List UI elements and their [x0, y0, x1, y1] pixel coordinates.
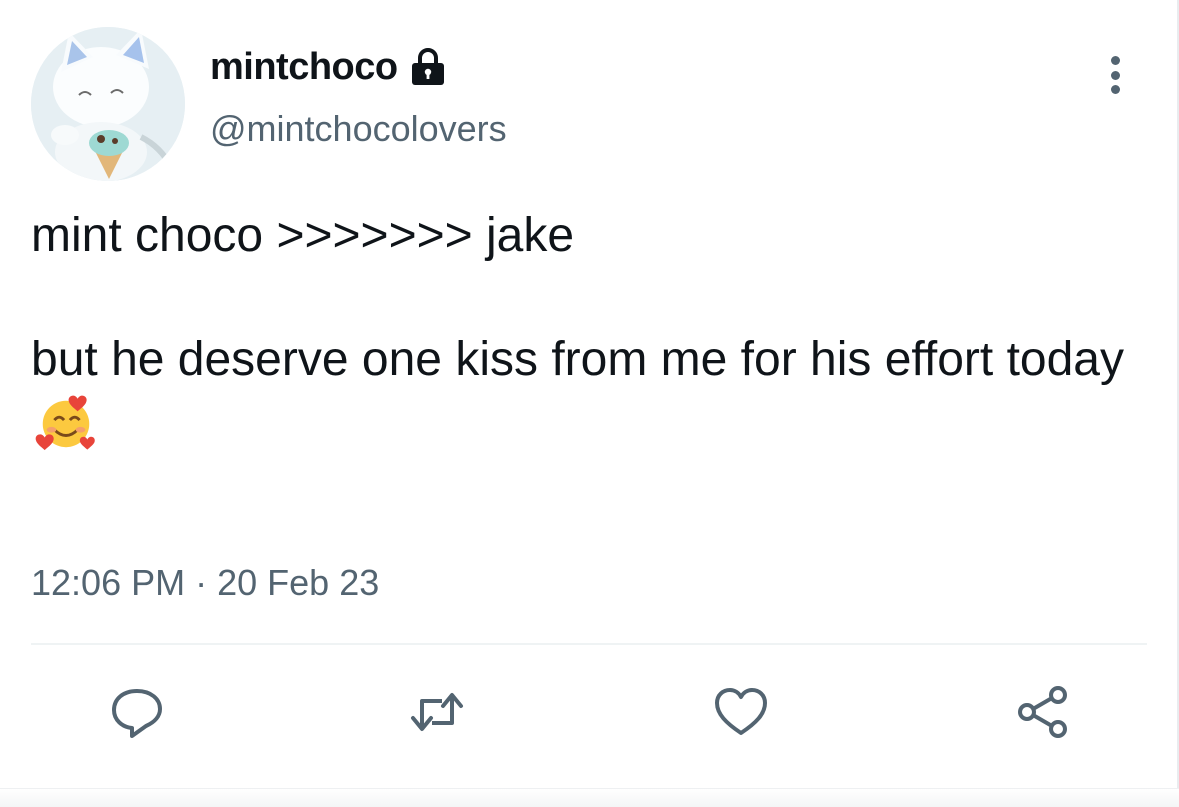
avatar[interactable] — [31, 27, 185, 181]
display-name[interactable]: mintchoco — [210, 46, 398, 89]
divider — [31, 643, 1147, 645]
smiling-face-with-hearts-icon — [35, 395, 95, 451]
tweet-date: 20 Feb 23 — [217, 562, 380, 603]
name-row: mintchoco — [210, 42, 448, 92]
more-options-icon[interactable] — [1098, 52, 1132, 98]
reply-icon — [112, 689, 162, 738]
heart-icon — [715, 688, 767, 735]
lock-icon — [411, 48, 444, 85]
tweet-text-line1: mint choco >>>>>>> jake — [31, 209, 575, 262]
tweet-time: 12:06 PM — [31, 562, 186, 603]
bottom-edge — [0, 788, 1179, 807]
retweet-button[interactable] — [405, 680, 469, 744]
tweet-text-line2-content: but he deserve one kiss from me for his … — [31, 333, 1124, 386]
retweet-icon — [411, 693, 463, 731]
tweet-timestamp[interactable]: 12:06 PM · 20 Feb 23 — [31, 562, 379, 604]
avatar-image — [31, 27, 185, 181]
tweet-text: mint choco >>>>>>> jake but he deserve o… — [31, 205, 1151, 455]
reply-button[interactable] — [105, 680, 169, 744]
user-handle[interactable]: @mintchocolovers — [210, 108, 507, 150]
tweet-text-line2: but he deserve one kiss from me for his … — [31, 329, 1151, 455]
share-button[interactable] — [1011, 680, 1075, 744]
date-separator: · — [195, 562, 208, 603]
share-icon — [1018, 686, 1067, 738]
like-button[interactable] — [709, 680, 773, 744]
